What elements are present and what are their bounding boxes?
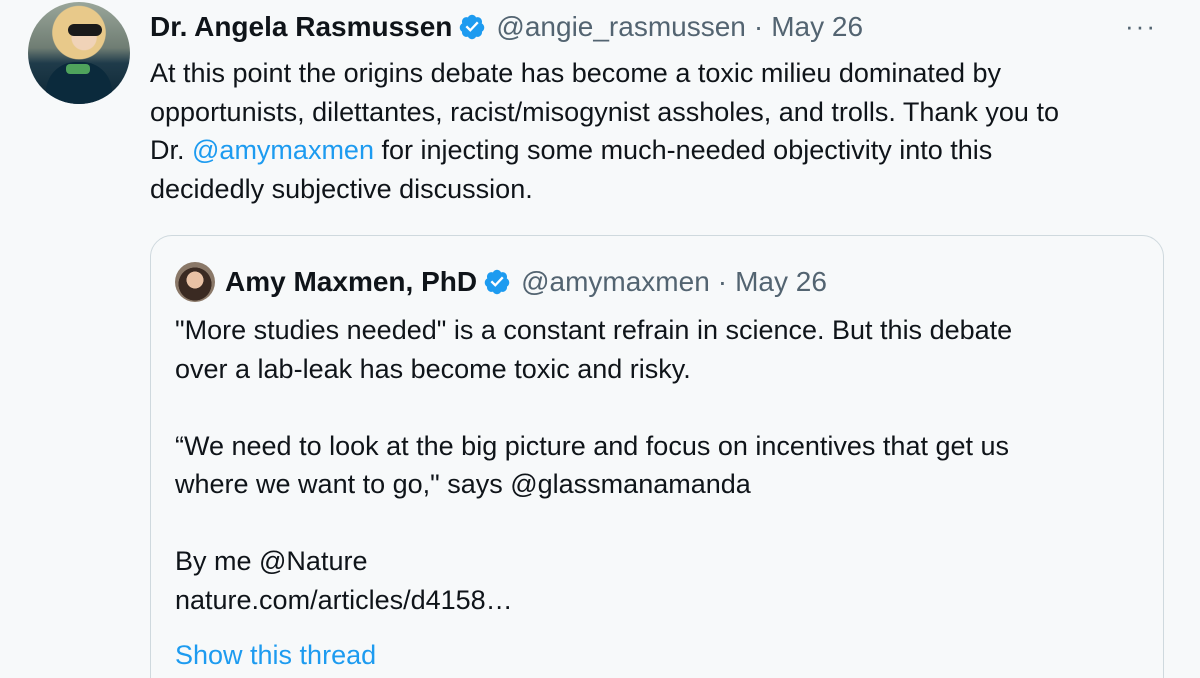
tweet-text-line: opportunists, dilettantes, racist/misogy… [150, 96, 1059, 127]
tweet-text-fragment: for injecting some much-needed objectivi… [373, 135, 993, 165]
avatar-sunglasses [68, 24, 102, 36]
quoted-text-line: over a lab-leak has become toxic and ris… [175, 353, 691, 384]
tweet[interactable]: Dr. Angela Rasmussen @angie_rasmussen · … [0, 0, 1200, 678]
separator-dot: · [753, 11, 764, 42]
quoted-header: Amy Maxmen, PhD @amymaxmen · May 26 [225, 264, 827, 300]
tweet-date[interactable]: May 26 [771, 11, 863, 43]
avatar[interactable] [28, 2, 130, 104]
mention-link[interactable]: @amymaxmen [192, 135, 374, 165]
quoted-text-line: "More studies needed" is a constant refr… [175, 315, 1013, 345]
quoted-text-line: By me @Nature [175, 546, 368, 576]
quoted-tweet[interactable]: Amy Maxmen, PhD @amymaxmen · May 26 "Mor… [150, 235, 1164, 678]
tweet-text-line: Dr. @amymaxmen for injecting some much-n… [150, 131, 1160, 170]
tweet-text-fragment: Dr. [150, 135, 193, 165]
quoted-author-name[interactable]: Amy Maxmen, PhD [225, 266, 477, 298]
tweet-text-line: At this point the origins debate has bec… [150, 58, 1001, 88]
quoted-text: "More studies needed" is a constant refr… [175, 311, 1135, 619]
more-options-icon[interactable]: ··· [1125, 13, 1157, 39]
show-thread-link[interactable]: Show this thread [175, 640, 376, 671]
separator-dot: · [717, 266, 728, 297]
quoted-avatar[interactable] [175, 262, 215, 302]
author-handle[interactable]: @angie_rasmussen [496, 11, 745, 43]
verified-badge-icon [484, 269, 510, 295]
quoted-text-line: where we want to go," says @glassmanaman… [175, 469, 751, 499]
quoted-date[interactable]: May 26 [735, 266, 827, 298]
avatar-jersey-stripe [66, 64, 90, 74]
article-link[interactable]: nature.com/articles/d4158… [175, 581, 1135, 620]
tweet-header: Dr. Angela Rasmussen @angie_rasmussen · … [150, 8, 863, 46]
quoted-handle[interactable]: @amymaxmen [521, 266, 710, 298]
verified-badge-icon [460, 14, 485, 40]
tweet-text-line: decidedly subjective discussion. [150, 173, 533, 204]
tweet-text: At this point the origins debate has bec… [150, 54, 1160, 208]
author-name[interactable]: Dr. Angela Rasmussen [150, 11, 452, 43]
quoted-text-line: “We need to look at the big picture and … [175, 430, 1010, 461]
